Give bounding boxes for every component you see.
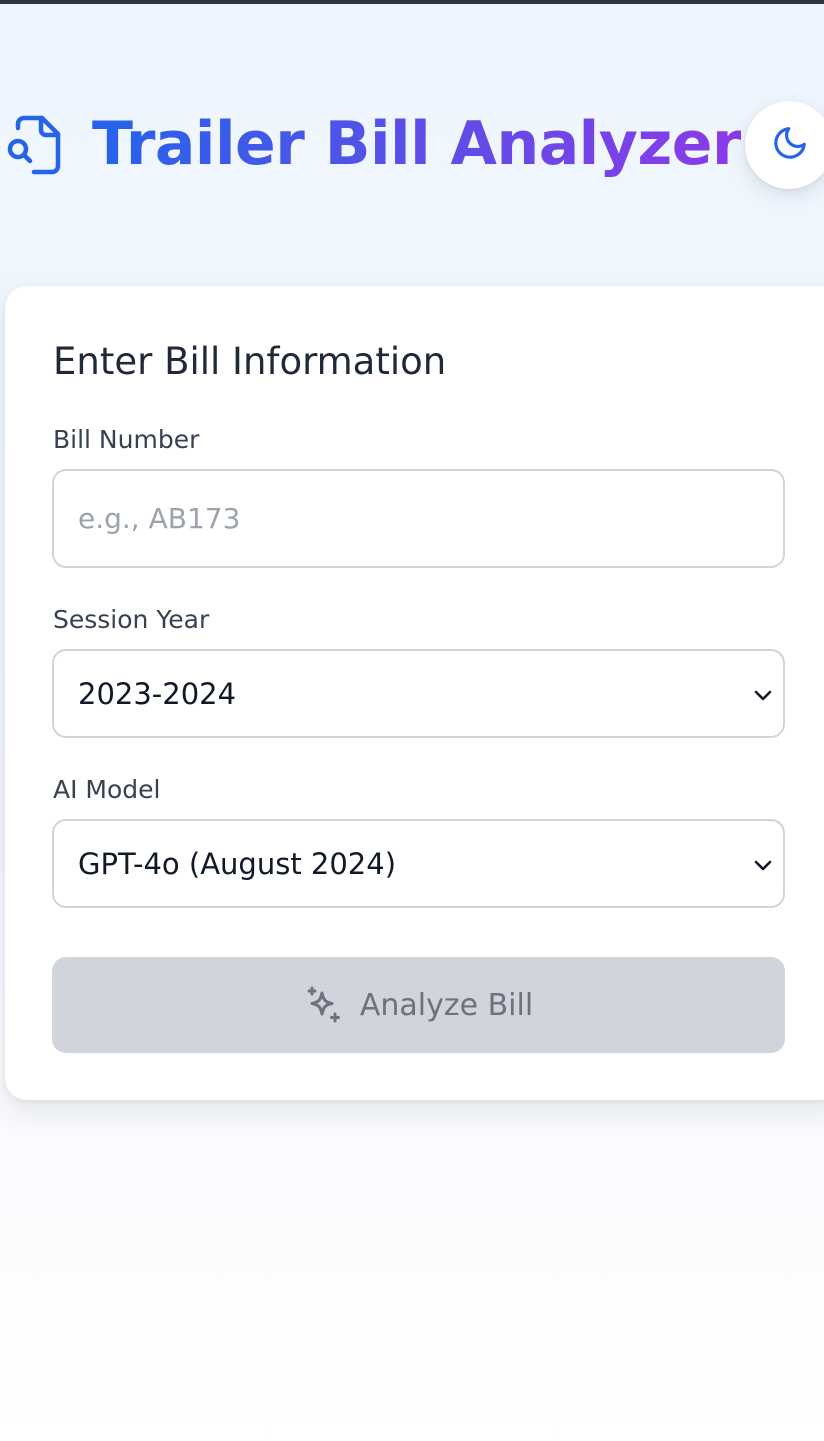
bill-form-card: Enter Bill Information Bill Number Sessi… [5,286,824,1100]
analyze-bill-button[interactable]: Analyze Bill [52,957,785,1053]
file-search-icon [6,114,64,176]
session-year-value: 2023-2024 [78,676,237,711]
form-title: Enter Bill Information [53,340,447,383]
top-border [0,0,824,4]
ai-model-value: GPT-4o (August 2024) [78,846,397,881]
ai-model-label: AI Model [53,775,161,804]
sparkles-icon [304,985,344,1025]
bill-number-input[interactable] [52,469,785,568]
app-title: Trailer Bill Analyzer [92,109,742,179]
session-year-label: Session Year [53,605,210,634]
bill-number-label: Bill Number [53,425,200,454]
chevron-down-icon [753,855,773,875]
session-year-select[interactable]: 2023-2024 [52,649,785,738]
analyze-bill-label: Analyze Bill [359,987,534,1023]
ai-model-select[interactable]: GPT-4o (August 2024) [52,819,785,908]
theme-toggle-button[interactable] [745,101,824,189]
chevron-down-icon [753,685,773,705]
moon-icon [745,124,809,166]
